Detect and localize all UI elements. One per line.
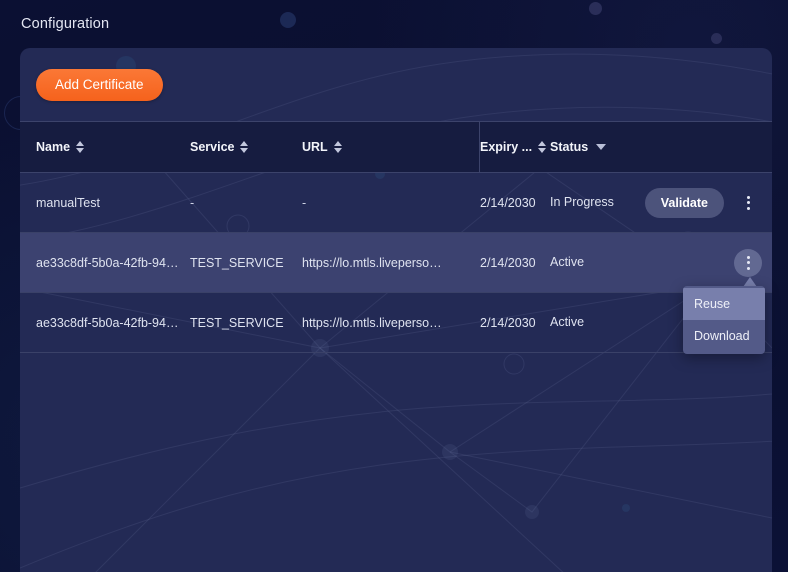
cell-service: TEST_SERVICE [190,315,284,330]
column-header-url-label: URL [302,140,328,154]
context-menu-item-reuse[interactable]: Reuse [683,288,765,320]
column-header-service-label: Service [190,140,235,154]
row-context-menu: Reuse Download [683,286,765,354]
page-title: Configuration [21,16,110,32]
cell-name: ae33c8df-5b0a-42fb-94… [36,255,179,270]
validate-button[interactable]: Validate [644,187,724,218]
certificates-table: Name Service URL Expiry ... Status manua… [20,121,772,353]
column-header-status[interactable]: Status [550,140,620,154]
column-header-status-label: Status [550,140,589,154]
column-header-service[interactable]: Service [190,140,302,154]
column-header-name-label: Name [36,140,71,154]
cell-name: manualTest [36,195,100,210]
row-actions: Validate [620,187,772,218]
cell-url: - [302,195,307,210]
table-header: Name Service URL Expiry ... Status [20,121,772,173]
cell-service: - [190,195,195,210]
bg-dot [711,33,722,44]
row-menu-button[interactable] [734,189,762,217]
sort-both-icon[interactable] [240,141,249,153]
cell-service: TEST_SERVICE [190,255,284,270]
sort-both-icon[interactable] [333,141,342,153]
sort-desc-icon[interactable] [596,144,607,150]
row-actions [620,248,772,277]
column-header-name[interactable]: Name [20,140,190,154]
table-row[interactable]: manualTest - - 2/14/2030 In Progress Val… [20,173,772,233]
cell-status: Active [550,315,585,330]
column-header-expiry[interactable]: Expiry ... [462,140,550,154]
cell-url: https://lo.mtls.liveperso… [302,315,442,330]
add-certificate-button[interactable]: Add Certificate [36,68,163,101]
bg-dot [280,12,296,28]
cell-url: https://lo.mtls.liveperso… [302,255,442,270]
cell-status: Active [550,255,585,270]
context-menu-item-download[interactable]: Download [683,320,765,352]
cell-expiry: 2/14/2030 [480,195,536,210]
configuration-card: Add Certificate Name Service URL Expiry … [20,48,772,572]
table-row[interactable]: ae33c8df-5b0a-42fb-94… TEST_SERVICE http… [20,233,772,293]
card-toolbar: Add Certificate [20,48,772,121]
row-menu-button[interactable] [734,248,762,277]
table-row[interactable]: ae33c8df-5b0a-42fb-94… TEST_SERVICE http… [20,293,772,353]
column-header-expiry-label: Expiry ... [480,140,533,154]
cell-status: In Progress [550,195,614,210]
sort-both-icon[interactable] [538,141,547,153]
bg-dot [589,2,602,15]
column-header-url[interactable]: URL [302,140,462,154]
cell-expiry: 2/14/2030 [480,255,536,270]
cell-name: ae33c8df-5b0a-42fb-94… [36,315,179,330]
cell-expiry: 2/14/2030 [480,315,536,330]
sort-both-icon[interactable] [76,141,85,153]
